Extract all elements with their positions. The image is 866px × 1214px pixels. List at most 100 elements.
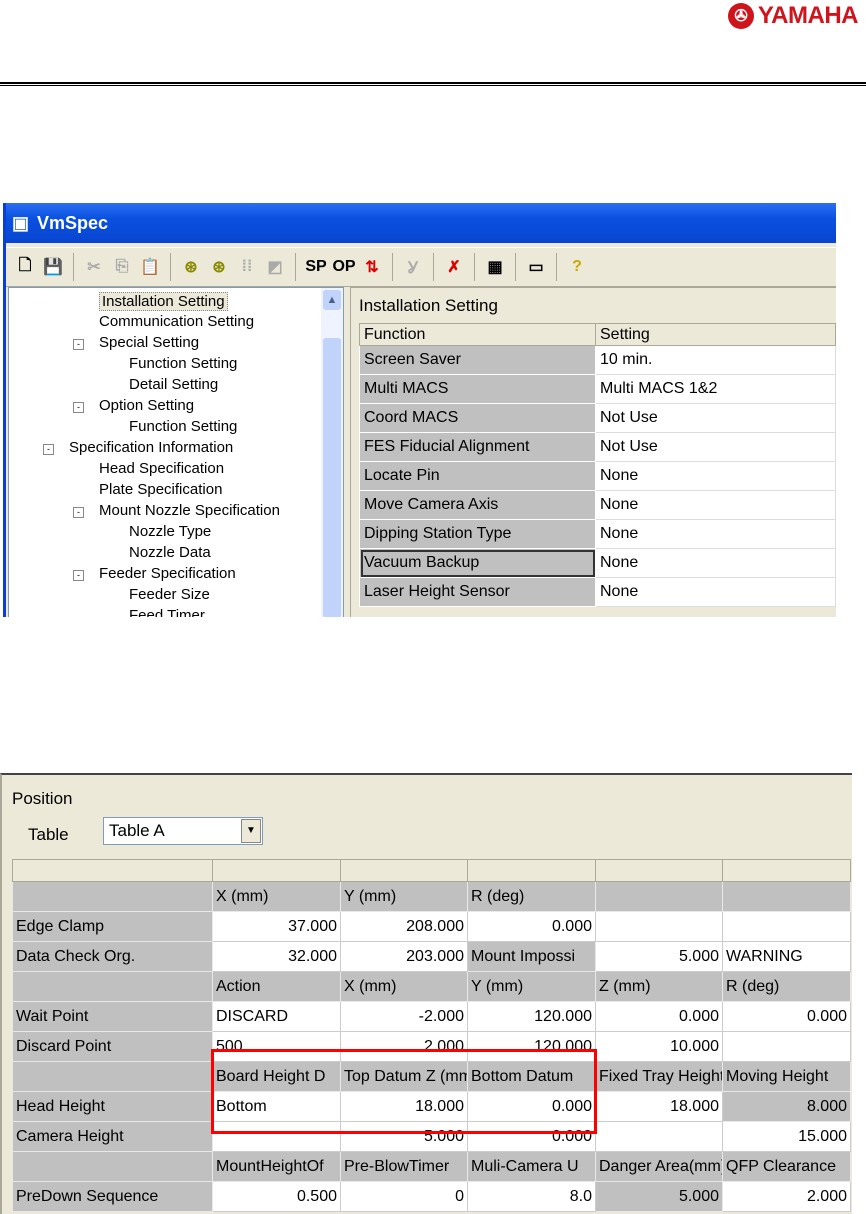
function-cell[interactable]: Locate Pin	[359, 461, 596, 491]
tree-item[interactable]: Feeder Size	[129, 586, 210, 603]
column-header-function[interactable]: Function	[359, 323, 596, 346]
tree-item[interactable]: Mount Nozzle Specification	[99, 502, 280, 519]
tree-item[interactable]: Feed Timer	[129, 607, 205, 617]
copy-icon[interactable]: ⎘	[111, 255, 133, 279]
grid-cell[interactable]: -2.000	[340, 1001, 468, 1032]
grid-cell[interactable]: 2.000	[722, 1181, 851, 1212]
function-cell[interactable]: Coord MACS	[359, 403, 596, 433]
setting-cell[interactable]: 10 min.	[595, 345, 836, 375]
save-icon[interactable]: 💾	[42, 255, 64, 279]
panel-icon[interactable]: ◩	[264, 255, 286, 279]
setting-cell[interactable]: Not Use	[595, 403, 836, 433]
table-row[interactable]: Coord MACS Not Use	[359, 403, 836, 433]
tree-item[interactable]: Special Setting	[99, 334, 199, 351]
reel-icon[interactable]: ⊛	[180, 255, 202, 279]
tree-expander-icon[interactable]: -	[73, 339, 84, 350]
table-row[interactable]: Locate Pin None	[359, 461, 836, 491]
tree-item[interactable]: Installation Setting	[99, 292, 228, 311]
table-select[interactable]: Table A ▼	[103, 817, 263, 845]
grid-cell[interactable]: 120.000	[467, 1001, 596, 1032]
grid-cell: R (deg)	[467, 881, 596, 912]
scroll-up-icon[interactable]: ▲	[323, 290, 341, 310]
tree-item[interactable]: Nozzle Type	[129, 523, 211, 540]
position-title: Position	[12, 789, 73, 808]
tree-expander-icon[interactable]: -	[73, 402, 84, 413]
grid-cell[interactable]: 18.000	[595, 1091, 723, 1122]
setting-cell[interactable]: Multi MACS 1&2	[595, 374, 836, 404]
tree-item[interactable]: Plate Specification	[99, 481, 222, 498]
reel-check-icon[interactable]: ⊛	[208, 255, 230, 279]
grid-cell[interactable]: 0.000	[722, 1001, 851, 1032]
setting-cell[interactable]: None	[595, 548, 836, 578]
column-header-setting[interactable]: Setting	[595, 323, 836, 346]
chevron-down-icon[interactable]: ▼	[241, 819, 261, 843]
tree-item[interactable]: Function Setting	[129, 355, 237, 372]
tree-item[interactable]: Detail Setting	[129, 376, 218, 393]
grid-cell[interactable]: 8.0	[467, 1181, 596, 1212]
grid-cell[interactable]: WARNING	[722, 941, 851, 972]
nozzle-icon[interactable]: Ỿ	[402, 255, 424, 279]
grid-cell[interactable]: 32.000	[212, 941, 341, 972]
grid-cell[interactable]: 0	[340, 1181, 468, 1212]
help-icon[interactable]: ?	[566, 255, 588, 279]
setting-cell[interactable]: None	[595, 577, 836, 607]
table-row[interactable]: Move Camera Axis None	[359, 490, 836, 520]
function-cell[interactable]: Multi MACS	[359, 374, 596, 404]
grid-cell: Edge Clamp	[12, 911, 213, 942]
table-row[interactable]: Screen Saver 10 min.	[359, 345, 836, 375]
scroll-thumb[interactable]	[323, 338, 341, 617]
grid-cell[interactable]: 203.000	[340, 941, 468, 972]
table-row[interactable]: Dipping Station Type None	[359, 519, 836, 549]
grid-cell[interactable]: 208.000	[340, 911, 468, 942]
settings-tree[interactable]: Installation Setting Communication Settin…	[8, 287, 344, 617]
function-cell[interactable]: Vacuum Backup	[359, 548, 596, 578]
grid-cell[interactable]: 10.000	[595, 1031, 723, 1062]
op-button[interactable]: OP	[332, 255, 355, 279]
grid-cell[interactable]: 0.500	[212, 1181, 341, 1212]
grid-cell[interactable]	[722, 911, 851, 942]
grid-dots-icon[interactable]: ⁞⁞	[236, 255, 258, 279]
grid-cell[interactable]: 15.000	[722, 1121, 851, 1152]
tree-expander-icon[interactable]: -	[73, 570, 84, 581]
setting-cell[interactable]: None	[595, 461, 836, 491]
tree-item[interactable]: Specification Information	[69, 439, 233, 456]
tree-item[interactable]: Feeder Specification	[99, 565, 236, 582]
transfer-icon[interactable]: ⇅	[361, 255, 383, 279]
tree-item[interactable]: Communication Setting	[99, 313, 254, 330]
sp-button[interactable]: SP	[305, 255, 327, 279]
disconnect-plug-icon[interactable]: ✗	[443, 255, 465, 279]
paste-icon[interactable]: 📋	[139, 255, 161, 279]
cut-icon[interactable]: ✂	[83, 255, 105, 279]
grid-cell[interactable]: 37.000	[212, 911, 341, 942]
function-cell[interactable]: Laser Height Sensor	[359, 577, 596, 607]
table-row[interactable]: Laser Height Sensor None	[359, 577, 836, 607]
function-cell[interactable]: Screen Saver	[359, 345, 596, 375]
tree-item[interactable]: Function Setting	[129, 418, 237, 435]
table-row[interactable]: Multi MACS Multi MACS 1&2	[359, 374, 836, 404]
io-icon[interactable]: ▦	[484, 255, 506, 279]
title-bar[interactable]: ▣ VmSpec	[6, 203, 836, 243]
grid-cell[interactable]	[595, 1121, 723, 1152]
drive-icon[interactable]: ▭	[525, 255, 547, 279]
new-file-icon[interactable]: 🗋	[14, 255, 36, 279]
grid-cell[interactable]: DISCARD	[212, 1001, 341, 1032]
grid-cell[interactable]	[595, 911, 723, 942]
grid-cell[interactable]	[722, 1031, 851, 1062]
table-row[interactable]: FES Fiducial Alignment Not Use	[359, 432, 836, 462]
tree-scrollbar[interactable]: ▲	[321, 288, 343, 617]
setting-cell[interactable]: None	[595, 519, 836, 549]
grid-cell[interactable]: 0.000	[467, 911, 596, 942]
setting-cell[interactable]: Not Use	[595, 432, 836, 462]
tree-expander-icon[interactable]: -	[43, 444, 54, 455]
tree-item[interactable]: Head Specification	[99, 460, 224, 477]
grid-cell[interactable]: 0.000	[595, 1001, 723, 1032]
tree-item[interactable]: Nozzle Data	[129, 544, 211, 561]
table-row[interactable]: Vacuum Backup None	[359, 548, 836, 578]
tree-item[interactable]: Option Setting	[99, 397, 194, 414]
function-cell[interactable]: Dipping Station Type	[359, 519, 596, 549]
grid-cell[interactable]: 5.000	[595, 941, 723, 972]
function-cell[interactable]: FES Fiducial Alignment	[359, 432, 596, 462]
function-cell[interactable]: Move Camera Axis	[359, 490, 596, 520]
setting-cell[interactable]: None	[595, 490, 836, 520]
tree-expander-icon[interactable]: -	[73, 507, 84, 518]
